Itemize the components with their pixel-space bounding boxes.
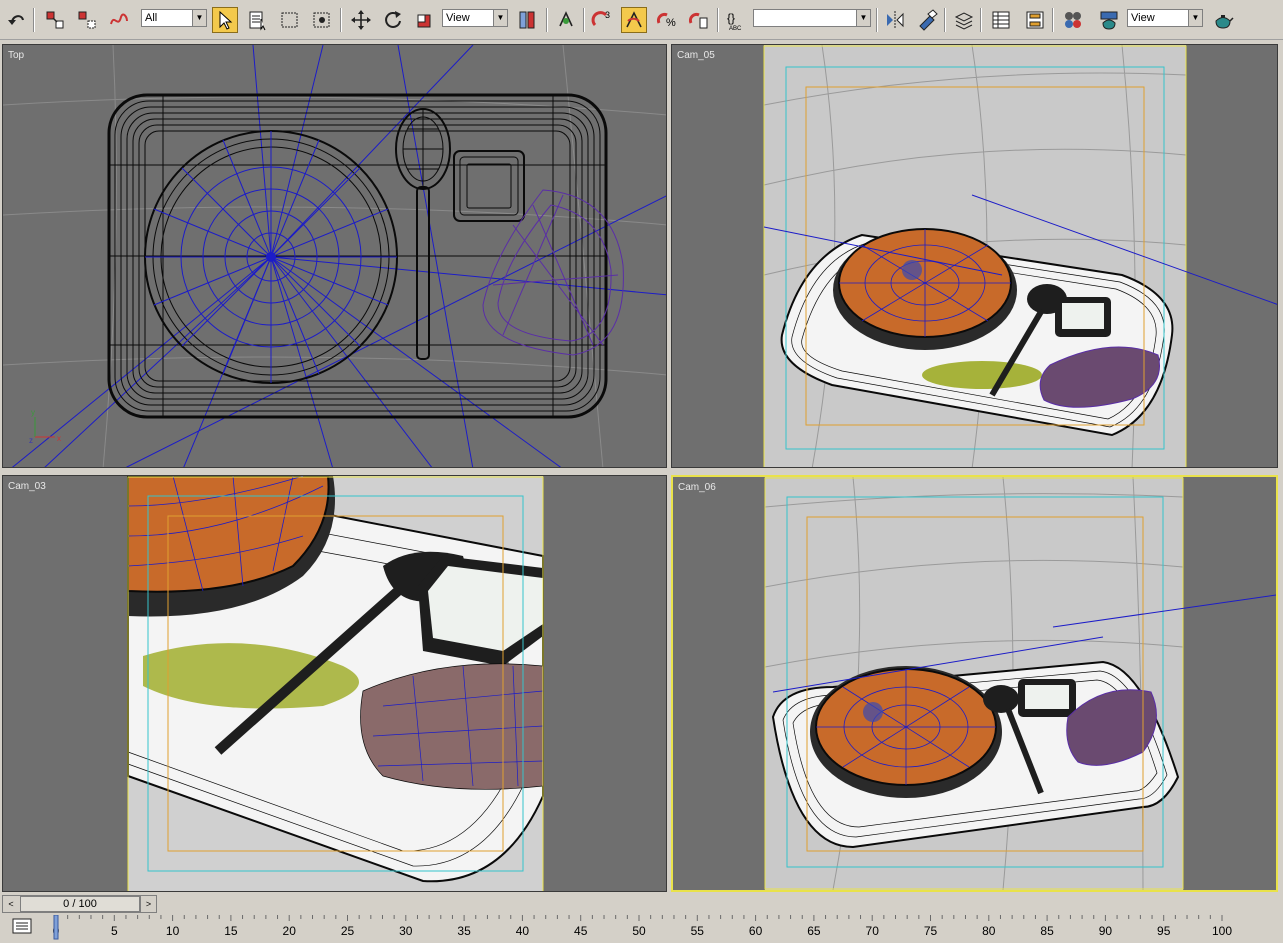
viewport-label[interactable]: Cam_05 bbox=[677, 50, 715, 61]
viewport-top[interactable]: z x y Top bbox=[2, 44, 667, 468]
time-tick-label: 85 bbox=[1040, 924, 1054, 938]
unlink-icon[interactable] bbox=[74, 7, 100, 33]
curve-editor-icon[interactable] bbox=[988, 7, 1014, 33]
viewport-label[interactable]: Top bbox=[8, 50, 24, 61]
top-view-wireframe: z x y bbox=[3, 45, 666, 467]
time-tick-label: 70 bbox=[866, 924, 880, 938]
timeline: < 0 / 100 > 0510152025303540455055606570… bbox=[0, 893, 1283, 943]
pivot-icon[interactable] bbox=[514, 7, 540, 33]
rect-region-icon[interactable] bbox=[277, 7, 303, 33]
render-teapot-icon[interactable] bbox=[1210, 7, 1236, 33]
time-tick-label: 60 bbox=[749, 924, 763, 938]
svg-text:z: z bbox=[29, 436, 33, 445]
percent-snap-icon[interactable]: % bbox=[654, 7, 680, 33]
time-tick-label: 30 bbox=[399, 924, 413, 938]
time-slider[interactable]: < 0 / 100 > bbox=[2, 895, 157, 913]
window-crossing-icon[interactable] bbox=[309, 7, 335, 33]
manipulate-icon[interactable] bbox=[553, 7, 579, 33]
render-mode-value: View bbox=[1131, 12, 1155, 24]
time-tick-label: 80 bbox=[982, 924, 996, 938]
angle-snap-icon[interactable] bbox=[621, 7, 647, 33]
mirror-icon[interactable] bbox=[882, 7, 908, 33]
current-frame-marker bbox=[53, 915, 59, 940]
bind-spacewarp-icon[interactable] bbox=[106, 7, 132, 33]
time-tick-label: 50 bbox=[632, 924, 646, 938]
time-tick-label: 40 bbox=[516, 924, 530, 938]
viewport-cam05[interactable]: Cam_05 bbox=[671, 44, 1278, 468]
layer-manager-icon[interactable] bbox=[951, 7, 977, 33]
reference-coord-value: View bbox=[446, 12, 470, 24]
render-mode-dropdown[interactable]: View ▼ bbox=[1127, 9, 1203, 27]
time-tick-label: 95 bbox=[1157, 924, 1171, 938]
select-by-name-icon[interactable] bbox=[245, 7, 271, 33]
viewport-cam03[interactable]: Cam_03 bbox=[2, 475, 667, 892]
snap-3-badge: 3 bbox=[605, 10, 610, 20]
time-ruler: 0510152025303540455055606570758085909510… bbox=[40, 915, 1280, 943]
time-tick-label: 45 bbox=[574, 924, 588, 938]
time-tick-label: 5 bbox=[111, 924, 118, 938]
schematic-view-icon[interactable] bbox=[1022, 7, 1048, 33]
time-tick-label: 55 bbox=[691, 924, 705, 938]
selection-filter-value: All bbox=[145, 12, 158, 24]
main-toolbar: All ▼ View ▼ 3 % {} ABC ▼ View ▼ bbox=[0, 0, 1283, 40]
chevron-down-icon: ▼ bbox=[1188, 10, 1202, 26]
time-tick-label: 20 bbox=[283, 924, 297, 938]
time-tick-label: 10 bbox=[166, 924, 180, 938]
reference-coord-dropdown[interactable]: View ▼ bbox=[442, 9, 508, 27]
time-track[interactable]: 0510152025303540455055606570758085909510… bbox=[0, 915, 1283, 943]
undo-icon[interactable] bbox=[4, 7, 30, 33]
cam03-render bbox=[127, 476, 544, 891]
snap-3-icon[interactable]: 3 bbox=[589, 7, 615, 33]
viewport-label[interactable]: Cam_03 bbox=[8, 481, 46, 492]
cam05-render bbox=[763, 45, 1277, 467]
align-icon[interactable] bbox=[914, 7, 940, 33]
time-tick-label: 75 bbox=[924, 924, 938, 938]
select-object-icon[interactable] bbox=[212, 7, 238, 33]
svg-text:y: y bbox=[31, 408, 35, 417]
move-icon[interactable] bbox=[348, 7, 374, 33]
chevron-down-icon: ▼ bbox=[856, 10, 870, 26]
time-tick-label: 90 bbox=[1099, 924, 1113, 938]
selection-filter-dropdown[interactable]: All ▼ bbox=[141, 9, 207, 27]
chevron-down-icon: ▼ bbox=[493, 10, 507, 26]
cam06-render bbox=[764, 477, 1276, 890]
time-tick-label: 25 bbox=[341, 924, 355, 938]
svg-text:%: % bbox=[666, 17, 676, 29]
spinner-snap-icon[interactable] bbox=[686, 7, 712, 33]
render-setup-icon[interactable] bbox=[1096, 7, 1122, 33]
svg-text:x: x bbox=[57, 434, 61, 443]
material-editor-icon[interactable] bbox=[1060, 7, 1086, 33]
edit-named-selection-icon[interactable]: {} ABC bbox=[723, 7, 749, 33]
rotate-icon[interactable] bbox=[380, 7, 406, 33]
svg-text:{}: {} bbox=[727, 11, 735, 25]
select-link-icon[interactable] bbox=[42, 7, 68, 33]
viewport-label[interactable]: Cam_06 bbox=[678, 482, 716, 493]
time-tick-label: 35 bbox=[457, 924, 471, 938]
prev-frame-button[interactable]: < bbox=[3, 896, 19, 912]
next-frame-button[interactable]: > bbox=[140, 896, 156, 912]
time-tick-label: 15 bbox=[224, 924, 238, 938]
viewport-cam06[interactable]: Cam_06 bbox=[671, 475, 1278, 892]
3dsmax-window: All ▼ View ▼ 3 % {} ABC ▼ View ▼ z x y T… bbox=[0, 0, 1283, 943]
named-selection-dropdown[interactable]: ▼ bbox=[753, 9, 871, 27]
scale-icon[interactable] bbox=[412, 7, 438, 33]
frame-counter[interactable]: 0 / 100 bbox=[20, 896, 140, 912]
chevron-down-icon: ▼ bbox=[192, 10, 206, 26]
svg-text:ABC: ABC bbox=[729, 26, 742, 31]
time-tick-label: 100 bbox=[1212, 924, 1232, 938]
time-tick-label: 65 bbox=[807, 924, 821, 938]
